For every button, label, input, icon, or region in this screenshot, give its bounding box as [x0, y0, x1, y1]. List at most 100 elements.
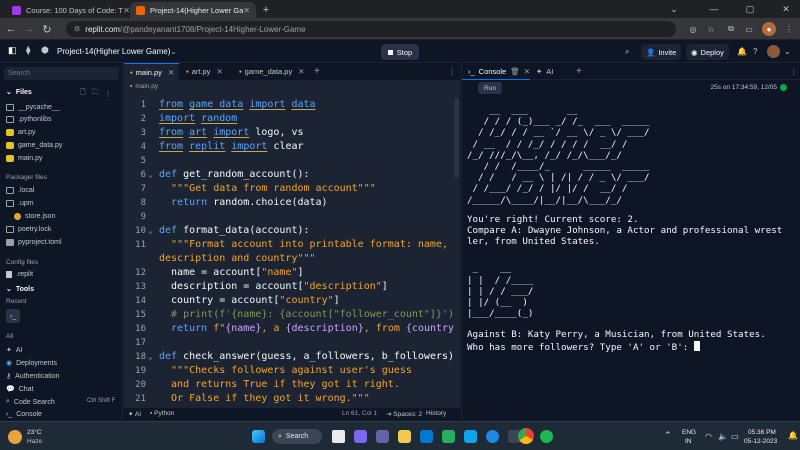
- deploy-button[interactable]: ◉ Deploy: [686, 44, 729, 60]
- sidebar-toggle-icon[interactable]: ◧: [8, 45, 17, 56]
- new-tab-button[interactable]: +: [258, 2, 274, 18]
- status-ai-toggle[interactable]: ✦ AI: [128, 410, 141, 418]
- editor-tab-art[interactable]: ▪ art.py ✕: [180, 63, 232, 80]
- chrome-browser-icon[interactable]: [518, 428, 534, 444]
- replit-logo-icon[interactable]: ⧫: [26, 45, 30, 56]
- code-line: 6 ⌄ def get_random_account():: [140, 169, 310, 180]
- clock-time[interactable]: 05:36 PM: [748, 429, 776, 436]
- close-tab-icon[interactable]: ✕: [216, 67, 222, 76]
- tab-search-icon[interactable]: ⌄: [660, 0, 688, 18]
- maximize-icon[interactable]: ▢: [736, 0, 764, 18]
- new-file-icon[interactable]: 🗋: [80, 88, 86, 99]
- side-panel-icon[interactable]: ▭: [742, 22, 756, 36]
- status-history[interactable]: History: [426, 410, 446, 417]
- reload-icon[interactable]: ↻: [40, 22, 54, 36]
- tools-section-header[interactable]: ⌄ Tools: [6, 285, 34, 294]
- status-language[interactable]: ▪ Python: [150, 410, 174, 417]
- close-tab-icon[interactable]: ✕: [123, 6, 130, 15]
- new-console-tab-button[interactable]: +: [570, 63, 588, 80]
- user-avatar[interactable]: [767, 45, 780, 58]
- sidebar-search-input[interactable]: [4, 67, 119, 80]
- language-code[interactable]: ENG: [682, 429, 696, 436]
- editor-more-icon[interactable]: ⋮: [442, 63, 462, 80]
- edge-browser-icon[interactable]: [486, 430, 499, 443]
- wifi-icon[interactable]: ◠: [705, 432, 712, 441]
- tool-ai[interactable]: ✦ AI: [6, 346, 23, 355]
- profile-avatar-icon[interactable]: ●: [762, 22, 776, 36]
- file-item-poetry-lock[interactable]: poetry.lock: [6, 226, 51, 233]
- project-chevron-icon[interactable]: ⌄: [170, 47, 177, 56]
- console-more-icon[interactable]: ⋮: [784, 63, 800, 80]
- microsoft-store-icon[interactable]: [420, 430, 433, 443]
- url-bar[interactable]: ⚙ replit.com/@pandeyanant1708/Project-14…: [66, 21, 676, 37]
- spotify-icon[interactable]: [540, 430, 553, 443]
- project-name[interactable]: Project-14(Higher Lower Game): [57, 47, 170, 56]
- file-item-replit[interactable]: .replit: [6, 271, 33, 278]
- json-file-icon: [14, 213, 21, 220]
- extensions-icon[interactable]: ⧉: [724, 22, 738, 36]
- windows-start-icon[interactable]: [252, 430, 265, 443]
- app-icon[interactable]: [442, 430, 455, 443]
- recent-console-shortcut[interactable]: ›_: [6, 309, 20, 323]
- code-text-area[interactable]: 1 from game_data import data 2 import rand…: [124, 98, 454, 410]
- tool-code-search[interactable]: ⌕ Code Search: [6, 398, 55, 406]
- browser-menu-icon[interactable]: ⋮: [782, 22, 796, 36]
- status-spaces[interactable]: ⇥ Spaces: 2: [386, 410, 422, 418]
- close-window-icon[interactable]: ✕: [772, 0, 800, 18]
- teams-chat-icon[interactable]: [354, 430, 367, 443]
- file-item-store-json[interactable]: store.json: [14, 213, 55, 220]
- close-tab-icon[interactable]: ✕: [298, 67, 304, 76]
- taskbar-search[interactable]: ⌕ Search: [272, 429, 322, 444]
- clear-console-icon[interactable]: 🗑: [510, 67, 520, 76]
- new-editor-tab-button[interactable]: +: [308, 63, 326, 80]
- notifications-bell-icon[interactable]: 🔔: [737, 47, 747, 56]
- stop-button[interactable]: Stop: [381, 44, 419, 60]
- tool-chat[interactable]: 💬 Chat: [6, 385, 34, 394]
- forward-icon[interactable]: →: [22, 22, 36, 36]
- browser-tab-project[interactable]: Project-14(Higher Lower Game) ✕: [130, 2, 256, 18]
- search-icon[interactable]: ⌕: [625, 47, 629, 57]
- help-icon[interactable]: ?: [753, 47, 757, 56]
- files-section-header[interactable]: ⌄ Files: [6, 88, 32, 97]
- file-item-main[interactable]: main.py: [6, 155, 43, 162]
- invite-button[interactable]: 👤 Invite: [641, 44, 682, 60]
- tab-ai[interactable]: ✦ AI: [530, 63, 570, 80]
- close-tab-icon[interactable]: ✕: [168, 68, 174, 77]
- task-view-icon[interactable]: [332, 430, 345, 443]
- tool-authentication[interactable]: ⚷ Authentication: [6, 372, 60, 381]
- tray-chevron-icon[interactable]: ⌃: [664, 430, 672, 441]
- volume-icon[interactable]: 🔈: [718, 432, 728, 441]
- editor-scrollbar[interactable]: [454, 98, 459, 178]
- editor-tab-game-data[interactable]: ▪ game_data.py ✕: [233, 63, 308, 80]
- status-cursor-position[interactable]: Ln 61, Col 1: [342, 410, 377, 417]
- file-item-game-data[interactable]: game_data.py: [6, 142, 62, 149]
- notification-icon[interactable]: 🔔: [788, 431, 798, 440]
- bookmark-star-icon[interactable]: ☆: [704, 22, 718, 36]
- console-output[interactable]: __ ___ __ / / / (_)___ _/ /_ ___ _____ /…: [467, 105, 797, 353]
- close-tab-icon[interactable]: ✕: [243, 6, 250, 15]
- teams-icon[interactable]: [376, 430, 389, 443]
- tab-console[interactable]: ›_ Console 🗑 ✕: [462, 63, 530, 80]
- file-item-pythonlibs[interactable]: .pythonlibs: [6, 116, 51, 123]
- editor-tab-main[interactable]: ▪ main.py ✕: [124, 63, 179, 80]
- browser-tab-course[interactable]: Course: 100 Days of Code: The C ✕: [6, 2, 136, 18]
- back-icon[interactable]: ←: [4, 22, 18, 36]
- weather-icon[interactable]: [8, 430, 22, 444]
- file-item-upm[interactable]: .upm: [6, 200, 34, 207]
- file-item-pyproject[interactable]: pyproject.toml: [6, 239, 62, 246]
- file-item-art[interactable]: art.py: [6, 129, 36, 136]
- file-item-pycache[interactable]: __pycache__: [6, 104, 60, 111]
- minimize-icon[interactable]: —: [700, 0, 728, 18]
- tool-deployments[interactable]: ◉ Deployments: [6, 359, 57, 368]
- avatar-chevron-icon[interactable]: ⌄: [784, 47, 791, 56]
- tool-console[interactable]: ›_ Console: [6, 411, 42, 418]
- site-info-icon[interactable]: ⚙: [74, 25, 80, 33]
- app-icon[interactable]: [464, 430, 477, 443]
- more-options-icon[interactable]: ⋮: [105, 90, 112, 98]
- battery-icon[interactable]: ▭: [731, 432, 739, 441]
- google-lens-icon[interactable]: ◎: [686, 22, 700, 36]
- new-folder-icon[interactable]: 🗀: [92, 88, 99, 99]
- file-explorer-icon[interactable]: [398, 430, 411, 443]
- file-item-local[interactable]: .local: [6, 187, 34, 194]
- run-button[interactable]: Run: [478, 82, 502, 94]
